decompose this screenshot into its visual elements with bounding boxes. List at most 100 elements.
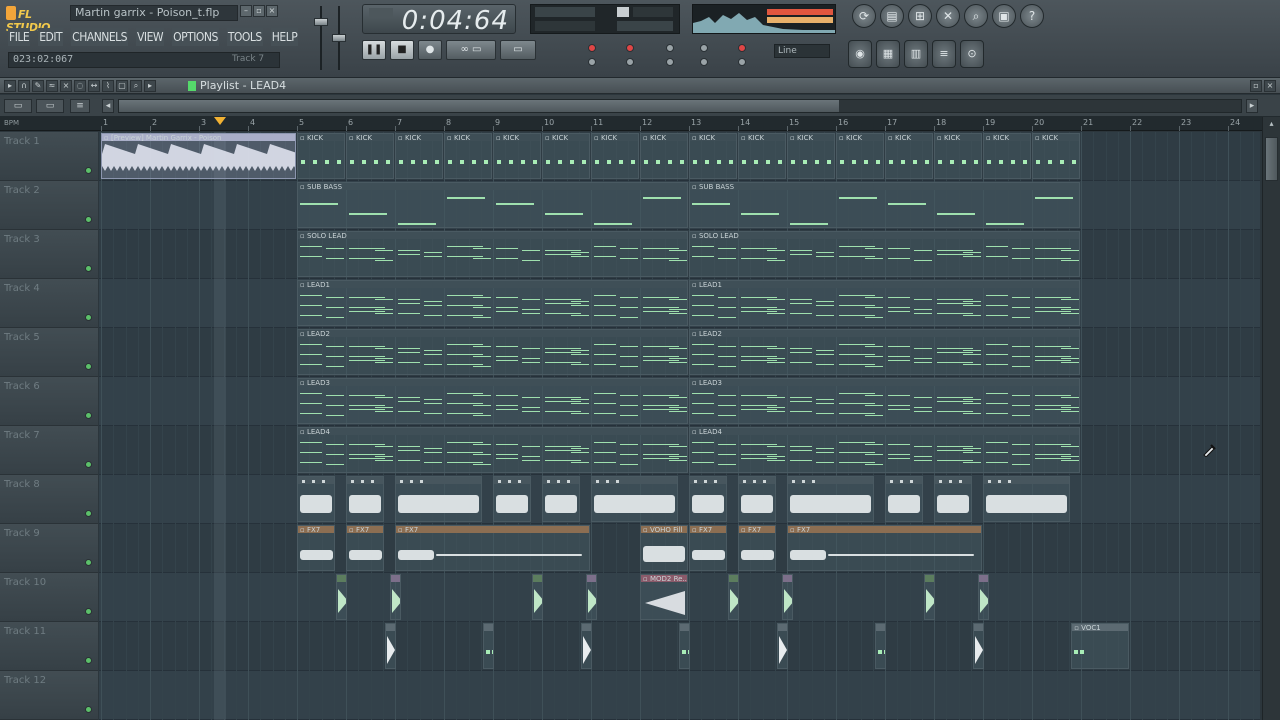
playlist-clip[interactable] (983, 476, 1071, 522)
vertical-scroll-thumb[interactable] (1265, 137, 1278, 181)
channel-rack-tool-icon[interactable]: ⊞ (908, 4, 932, 28)
playlist-clip[interactable] (728, 574, 740, 620)
countdown-toggle[interactable] (666, 44, 674, 52)
playlist-clip[interactable] (591, 476, 679, 522)
track-enable-led[interactable] (85, 461, 92, 468)
playlist-clip[interactable] (787, 476, 875, 522)
view-playlist-icon[interactable]: ◉ (848, 40, 872, 68)
track-header[interactable]: Track 5 (0, 328, 98, 377)
playlist-clip[interactable]: ▫ KICK (493, 133, 541, 179)
playlist-clip[interactable]: ▫ LEAD3 (297, 378, 688, 424)
playlist-clip[interactable] (395, 476, 483, 522)
menu-tools[interactable]: TOOLS (226, 28, 263, 46)
playlist-clip[interactable] (542, 476, 581, 522)
playlist-clip[interactable]: ▫ LEAD3 (689, 378, 1080, 424)
playlist-clip[interactable]: ▫ FX7 (689, 525, 728, 571)
playlist-clip[interactable] (346, 476, 385, 522)
step-mode-led[interactable] (626, 44, 634, 52)
track-enable-led[interactable] (85, 608, 92, 615)
scroll-right-arrow-icon[interactable]: ▸ (1246, 99, 1258, 113)
playlist-clip[interactable]: ▫ KICK (444, 133, 492, 179)
playlist-clip[interactable] (336, 574, 348, 620)
playlist-clip[interactable]: ▫ KICK (738, 133, 786, 179)
view-mixer-icon[interactable]: ▥ (904, 40, 928, 68)
playlist-clip[interactable]: ▫ LEAD4 (689, 427, 1080, 473)
menu-help[interactable]: HELP (270, 28, 299, 46)
playlist-clip[interactable]: ▫ KICK (1032, 133, 1080, 179)
track-header[interactable]: Track 7 (0, 426, 98, 475)
playlist-clip[interactable]: ▫ KICK (689, 133, 737, 179)
view-steps-icon[interactable]: ▦ (876, 40, 900, 68)
loop-record-toggle[interactable] (666, 58, 674, 66)
menu-options[interactable]: OPTIONS (172, 28, 219, 46)
metronome-toggle[interactable] (626, 58, 634, 66)
playlist-clip[interactable] (390, 574, 402, 620)
playlist-clip[interactable]: ▫ KICK (640, 133, 688, 179)
track-header[interactable]: Track 1 (0, 132, 98, 181)
track-enable-led[interactable] (85, 510, 92, 517)
playlist-tool-icon[interactable]: ⟳ (852, 4, 876, 28)
playlist-clip[interactable] (483, 623, 495, 669)
horizontal-scrollbar[interactable] (118, 99, 1242, 113)
pencil-icon[interactable]: ✎ (32, 80, 44, 92)
playlist-clip[interactable] (679, 623, 691, 669)
track-enable-led[interactable] (85, 265, 92, 272)
playlist-clip[interactable] (885, 476, 924, 522)
mixer-tool-icon[interactable]: ✕ (936, 4, 960, 28)
typing-keyboard-toggle[interactable] (700, 58, 708, 66)
wait-input-toggle[interactable] (700, 44, 708, 52)
time-display[interactable]: 0:04:64 (362, 4, 516, 36)
playlist-clip[interactable]: ▫ KICK (591, 133, 639, 179)
playlist-clip[interactable]: ▫ FX7 (297, 525, 336, 571)
help-icon[interactable]: ? (1020, 4, 1044, 28)
blend-notes-toggle[interactable] (588, 58, 596, 66)
playlist-clip[interactable]: ▫ SUB BASS (297, 182, 688, 228)
track-header[interactable]: Track 2 (0, 181, 98, 230)
browser-tool-icon[interactable]: ⌕ (964, 4, 988, 28)
playlist-clip[interactable]: ▫ [Preview] Martin Garrix - Poison (101, 133, 296, 179)
playlist-clip[interactable] (493, 476, 532, 522)
playlist-clip[interactable] (924, 574, 936, 620)
track-enable-led[interactable] (85, 657, 92, 664)
playlist-clip[interactable] (875, 623, 887, 669)
playlist-clip[interactable]: ▫ FX7 (787, 525, 982, 571)
pattern-selector[interactable]: ▭ (500, 40, 536, 60)
playlist-clip[interactable] (532, 574, 544, 620)
pause-button[interactable]: ❚❚ (362, 40, 386, 60)
playlist-clip[interactable]: ▫ KICK (395, 133, 443, 179)
snap-toggle[interactable] (738, 58, 746, 66)
track-header[interactable]: Track 12 (0, 671, 98, 720)
playlist-clip[interactable]: ▫ KICK (297, 133, 345, 179)
mute-icon[interactable]: ◌ (74, 80, 86, 92)
playlist-clip[interactable]: ▫ VOC1 (1071, 623, 1129, 669)
zoom-icon[interactable]: ⌕ (130, 80, 142, 92)
plugin-picker-icon[interactable]: ▣ (992, 4, 1016, 28)
close-icon[interactable]: × (266, 5, 278, 17)
playlist-maximize-icon[interactable]: ▫ (1250, 80, 1262, 92)
restore-icon[interactable]: ▫ (253, 5, 265, 17)
track-enable-led[interactable] (85, 363, 92, 370)
snap-button[interactable]: ▭ (36, 99, 64, 113)
playlist-clip[interactable] (978, 574, 990, 620)
playlist-clip[interactable] (973, 623, 985, 669)
track-header[interactable]: Track 9 (0, 524, 98, 573)
menu-edit[interactable]: EDIT (38, 28, 64, 46)
playlist-clip[interactable] (777, 623, 789, 669)
track-header[interactable]: Track 11 (0, 622, 98, 671)
playlist-clip[interactable] (934, 476, 973, 522)
playlist-clip[interactable]: ▫ LEAD2 (297, 329, 688, 375)
playlist-clip[interactable] (385, 623, 397, 669)
playlist-clip[interactable]: ▫ VOHO Fill (640, 525, 688, 571)
playlist-clip[interactable]: ▫ KICK (934, 133, 982, 179)
view-browser-icon[interactable]: ⊙ (960, 40, 984, 68)
playlist-clip[interactable] (297, 476, 336, 522)
menu-view[interactable]: VIEW (136, 28, 165, 46)
magnet-icon[interactable]: ∩ (18, 80, 30, 92)
scroll-left-arrow-icon[interactable]: ◂ (102, 99, 114, 113)
snap-line-select[interactable]: Line (774, 44, 830, 58)
playlist-clip[interactable]: ▫ FX7 (346, 525, 385, 571)
playlist-clip[interactable]: ▫ KICK (885, 133, 933, 179)
track-header[interactable]: Track 4 (0, 279, 98, 328)
master-volume-fader[interactable] (314, 4, 328, 72)
playlist-clip[interactable]: ▫ FX7 (738, 525, 777, 571)
